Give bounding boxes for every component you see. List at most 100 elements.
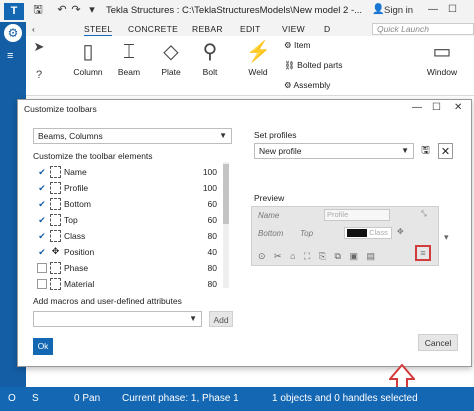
element-width[interactable]: 80 xyxy=(208,279,217,289)
column-icon: ▯ xyxy=(82,41,94,63)
element-width[interactable]: 80 xyxy=(208,231,217,241)
tab-rebar[interactable]: REBAR xyxy=(192,24,223,34)
save-icon[interactable]: 🖫 xyxy=(32,4,44,16)
quick-launch-input[interactable]: Quick Launch xyxy=(372,23,474,35)
tab-d[interactable]: D xyxy=(324,24,330,34)
list-item[interactable]: ✔ Top 60 xyxy=(34,212,219,229)
save-profile-icon[interactable]: 🖫 xyxy=(418,143,433,159)
list-item[interactable]: ✔ ✥ Position 40 xyxy=(34,244,219,261)
plate-label: Plate xyxy=(161,67,181,77)
dialog-minimize-icon[interactable]: — xyxy=(412,102,422,113)
title-bar: T 🖫 ↶ ↷ ▾ Tekla Structures : C:\TeklaStr… xyxy=(0,0,474,22)
collapse-icon[interactable]: ⤡ xyxy=(420,209,426,219)
column-button[interactable]: ▯ Column xyxy=(70,40,106,77)
bolt-button[interactable]: ⚲ Bolt xyxy=(198,40,222,77)
restore-icon[interactable]: ☐ xyxy=(448,4,457,15)
file-menu-icon[interactable]: ‹ xyxy=(32,24,35,34)
dialog-close-icon[interactable]: ✕ xyxy=(454,102,462,113)
checkbox-unchecked-icon[interactable] xyxy=(37,279,47,289)
macros-select[interactable]: ▼ xyxy=(33,311,202,327)
element-width[interactable]: 80 xyxy=(208,263,217,273)
tab-concrete[interactable]: CONCRETE xyxy=(128,24,178,34)
weld-button[interactable]: ⚡ Weld xyxy=(244,40,272,77)
move-icon: ✥ xyxy=(397,227,404,236)
help-button[interactable]: ? xyxy=(30,68,48,85)
delete-profile-icon[interactable]: ✕ xyxy=(438,143,453,159)
dialog-maximize-icon[interactable]: ☐ xyxy=(432,102,441,113)
bolt-icon: ⚲ xyxy=(202,41,218,63)
plate-button[interactable]: ◇ Plate xyxy=(156,40,186,77)
element-width[interactable]: 100 xyxy=(203,167,217,177)
list-item[interactable]: Material 80 xyxy=(34,276,219,292)
tekla-logo-icon[interactable]: T xyxy=(4,3,24,20)
list-scrollbar[interactable] xyxy=(223,162,229,288)
sign-in-link[interactable]: Sign in xyxy=(384,5,413,16)
gear-icon[interactable]: ⚙ xyxy=(4,24,22,42)
tab-edit[interactable]: EDIT xyxy=(240,24,261,34)
add-button[interactable]: Add xyxy=(209,311,233,327)
status-o: O xyxy=(8,393,16,404)
more-options-icon[interactable]: ≡ xyxy=(415,245,431,261)
preview-profile-box: Profile xyxy=(324,209,390,221)
dialog-title: Customize toolbars xyxy=(24,104,97,114)
element-width[interactable]: 60 xyxy=(208,199,217,209)
preview-bottom-field: Bottom xyxy=(258,229,284,238)
status-bar: O S 0 Pan Current phase: 1, Phase 1 1 ob… xyxy=(0,387,474,411)
element-width[interactable]: 60 xyxy=(208,215,217,225)
list-item[interactable]: ✔ Profile 100 xyxy=(34,180,219,197)
list-item[interactable]: ✔ Bottom 60 xyxy=(34,196,219,213)
bolted-parts-button[interactable]: ⛓ Bolted parts xyxy=(284,60,343,71)
list-item[interactable]: ✔ Class 80 xyxy=(34,228,219,245)
cursor-icon: ➤ xyxy=(33,39,45,54)
profile-select-value: New profile xyxy=(259,146,302,156)
window-button[interactable]: ▭ Window xyxy=(424,40,460,77)
checkbox-checked-icon[interactable]: ✔ xyxy=(37,199,47,209)
dropdown-icon[interactable]: ▾ xyxy=(86,4,98,16)
field-icon xyxy=(50,262,61,274)
assembly-icon: ⚙ xyxy=(284,80,294,90)
profile-select[interactable]: New profile ▼ xyxy=(254,143,414,159)
redo-icon[interactable]: ↷ xyxy=(70,4,82,16)
preview-class-box: Class xyxy=(344,227,392,239)
menu-icon[interactable]: ≡ xyxy=(7,50,13,62)
checkbox-checked-icon[interactable]: ✔ xyxy=(37,167,47,177)
user-icon[interactable]: 👤 xyxy=(372,4,384,15)
status-selection: 1 objects and 0 handles selected xyxy=(272,393,418,404)
chevron-down-icon: ▼ xyxy=(219,131,227,140)
element-name: Top xyxy=(64,215,78,225)
cancel-button[interactable]: Cancel xyxy=(418,334,458,351)
undo-icon[interactable]: ↶ xyxy=(56,4,68,16)
beam-button[interactable]: ⌶ Beam xyxy=(114,40,144,77)
checkbox-checked-icon[interactable]: ✔ xyxy=(37,183,47,193)
tab-view[interactable]: VIEW xyxy=(282,24,305,34)
checkbox-unchecked-icon[interactable] xyxy=(37,263,47,273)
checkbox-checked-icon[interactable]: ✔ xyxy=(37,215,47,225)
class-color-swatch xyxy=(347,229,367,238)
item-icon: ⚙ xyxy=(284,40,294,50)
element-width[interactable]: 100 xyxy=(203,183,217,193)
field-icon xyxy=(50,182,61,194)
element-width[interactable]: 40 xyxy=(208,247,217,257)
element-name: Position xyxy=(64,247,95,257)
element-name: Profile xyxy=(64,183,89,193)
chevron-down-icon[interactable]: ▾ xyxy=(444,232,449,243)
customize-toolbars-dialog: Customize toolbars — ☐ ✕ Beams, Columns … xyxy=(17,99,472,367)
checkbox-checked-icon[interactable]: ✔ xyxy=(37,231,47,241)
preview-class-label: Class xyxy=(369,228,388,237)
element-name: Bottom xyxy=(64,199,91,209)
scrollbar-thumb[interactable] xyxy=(223,164,229,224)
checkbox-checked-icon[interactable]: ✔ xyxy=(37,247,47,257)
preview-top-field: Top xyxy=(300,229,314,238)
select-arrow-button[interactable]: ➤ xyxy=(30,40,48,57)
field-icon xyxy=(50,230,61,242)
minimize-icon[interactable]: — xyxy=(428,4,438,15)
toolbar-select[interactable]: Beams, Columns ▼ xyxy=(33,128,232,144)
beam-label: Beam xyxy=(117,67,141,77)
list-item[interactable]: Phase 80 xyxy=(34,260,219,277)
ok-button[interactable]: Ok xyxy=(33,338,53,355)
item-button[interactable]: ⚙ Item xyxy=(284,40,311,51)
assembly-button[interactable]: ⚙ Assembly xyxy=(284,80,330,91)
list-item[interactable]: ✔ Name 100 xyxy=(34,164,219,181)
macros-label: Add macros and user-defined attributes xyxy=(33,296,182,306)
ribbon: ➤ ? ▯ Column ⌶ Beam ◇ Plate ⚲ Bolt ⚡ Wel… xyxy=(26,36,474,96)
